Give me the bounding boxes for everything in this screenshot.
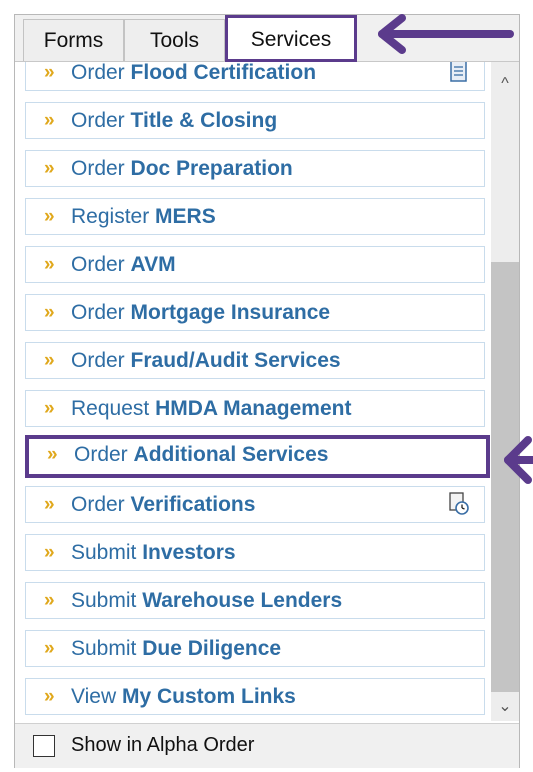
service-link-label: Submit Warehouse Lenders [71, 583, 342, 618]
service-link-item[interactable]: » Order Additional Services [25, 435, 490, 478]
service-link-verb: Submit [71, 637, 137, 660]
service-link-noun: Doc Preparation [130, 157, 293, 180]
services-panel: Forms Tools Services » Order Flood Certif… [14, 14, 520, 768]
service-link-verb: Submit [71, 589, 137, 612]
service-link-label: Order Verifications [71, 487, 255, 522]
service-link-item[interactable]: » View My Custom Links [25, 678, 485, 715]
service-link-noun: MERS [155, 205, 216, 228]
service-link-item[interactable]: » Submit Investors [25, 534, 485, 571]
service-link-verb: Submit [71, 541, 137, 564]
vertical-scrollbar[interactable]: ^ ⌄ [491, 62, 519, 721]
service-link-item[interactable]: » Submit Warehouse Lenders [25, 582, 485, 619]
service-link-verb: Order [71, 62, 125, 84]
service-link-noun: Due Diligence [142, 637, 282, 660]
service-link-label: Request HMDA Management [71, 391, 351, 426]
tab-tools[interactable]: Tools [124, 19, 225, 61]
service-link-noun: Warehouse Lenders [142, 589, 343, 612]
service-link-verb: Order [71, 253, 125, 276]
service-link-label: Order Title & Closing [71, 103, 277, 138]
service-link-label: Submit Investors [71, 535, 236, 570]
service-link-verb: Order [74, 443, 128, 466]
clock-document-icon[interactable] [448, 492, 470, 516]
alpha-order-label: Show in Alpha Order [71, 734, 255, 756]
service-link-label: Order Additional Services [74, 439, 328, 470]
service-link-label: Submit Due Diligence [71, 631, 281, 666]
chevron-right-icon: » [44, 110, 55, 131]
service-link-label: Register MERS [71, 199, 216, 234]
chevron-right-icon: » [44, 686, 55, 707]
alpha-order-checkbox[interactable] [33, 735, 55, 757]
service-link-item[interactable]: » Order Title & Closing [25, 102, 485, 139]
service-link-noun: Mortgage Insurance [130, 301, 331, 324]
chevron-right-icon: » [44, 158, 55, 179]
service-link-item[interactable]: » Order Verifications [25, 486, 485, 523]
service-link-item[interactable]: » Register MERS [25, 198, 485, 235]
service-link-verb: View [71, 685, 117, 708]
service-link-noun: Additional Services [133, 443, 329, 466]
footer-bar: Show in Alpha Order [15, 723, 519, 768]
service-link-noun: My Custom Links [121, 685, 296, 708]
service-link-item[interactable]: » Order Flood Certification [25, 62, 485, 91]
chevron-right-icon: » [44, 62, 55, 83]
service-link-noun: Flood Certification [130, 62, 317, 84]
chevron-right-icon: » [44, 206, 55, 227]
service-link-verb: Order [71, 109, 125, 132]
service-link-verb: Request [71, 397, 150, 420]
service-link-verb: Order [71, 301, 125, 324]
service-link-item[interactable]: » Order Mortgage Insurance [25, 294, 485, 331]
service-link-verb: Order [71, 349, 125, 372]
service-link-item[interactable]: » Order Doc Preparation [25, 150, 485, 187]
chevron-right-icon: » [44, 302, 55, 323]
chevron-right-icon: » [44, 350, 55, 371]
service-link-noun: Verifications [130, 493, 256, 516]
arrow-left-icon [504, 436, 533, 484]
services-list: » Order Flood Certification » Order Title &… [15, 62, 519, 721]
service-link-label: Order Doc Preparation [71, 151, 293, 186]
chevron-right-icon: » [44, 638, 55, 659]
service-link-verb: Register [71, 205, 150, 228]
service-link-noun: Title & Closing [130, 109, 278, 132]
tab-services[interactable]: Services [225, 15, 357, 62]
scroll-up-icon[interactable]: ^ [491, 70, 519, 98]
service-link-verb: Order [71, 493, 125, 516]
tab-forms[interactable]: Forms [23, 19, 124, 61]
service-link-label: Order Flood Certification [71, 62, 316, 90]
service-link-noun: HMDA Management [155, 397, 352, 420]
scroll-down-icon[interactable]: ⌄ [491, 693, 519, 721]
service-link-noun: Fraud/Audit Services [130, 349, 341, 372]
chevron-right-icon: » [44, 542, 55, 563]
chevron-right-icon: » [47, 444, 58, 465]
service-link-item[interactable]: » Order Fraud/Audit Services [25, 342, 485, 379]
service-link-label: Order Mortgage Insurance [71, 295, 330, 330]
chevron-right-icon: » [44, 254, 55, 275]
service-link-verb: Order [71, 157, 125, 180]
service-link-noun: AVM [130, 253, 176, 276]
service-link-item[interactable]: » Order AVM [25, 246, 485, 283]
chevron-right-icon: » [44, 494, 55, 515]
chevron-right-icon: » [44, 398, 55, 419]
document-icon[interactable] [448, 62, 470, 84]
arrow-left-icon [378, 14, 514, 54]
service-link-label: View My Custom Links [71, 679, 296, 714]
service-link-label: Order Fraud/Audit Services [71, 343, 341, 378]
service-link-item[interactable]: » Submit Due Diligence [25, 630, 485, 667]
service-link-noun: Investors [142, 541, 236, 564]
service-link-label: Order AVM [71, 247, 176, 282]
service-link-item[interactable]: » Request HMDA Management [25, 390, 485, 427]
chevron-right-icon: » [44, 590, 55, 611]
